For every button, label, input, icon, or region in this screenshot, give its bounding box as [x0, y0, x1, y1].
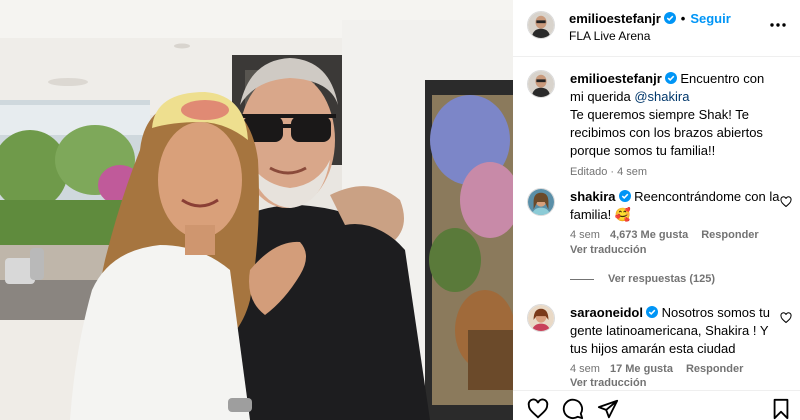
comments-list[interactable]: emilioestefanjr Encuentro con mi querida… — [513, 58, 800, 388]
caption-mention[interactable]: @shakira — [634, 89, 689, 104]
comment-like-icon[interactable] — [780, 196, 792, 208]
replies-line — [570, 278, 594, 280]
post-photo[interactable] — [0, 0, 513, 420]
comment-username[interactable]: shakira — [570, 189, 616, 204]
see-translation-link[interactable]: Ver traducción — [570, 244, 646, 256]
post-side-panel: emilioestefanjr • Seguir FLA Live Arena em… — [513, 0, 800, 420]
commenter-avatar[interactable] — [527, 188, 555, 216]
author-username[interactable]: emilioestefanjr — [569, 11, 661, 26]
more-options-icon[interactable] — [768, 15, 788, 35]
share-button[interactable] — [597, 398, 619, 420]
verified-badge-icon — [645, 306, 658, 318]
caption-username[interactable]: emilioestefanjr — [570, 71, 662, 86]
commenter-avatar[interactable] — [527, 304, 555, 332]
save-button[interactable] — [770, 398, 792, 420]
verified-badge-icon — [663, 12, 676, 24]
comment-icon — [562, 398, 584, 420]
view-replies-label: Ver respuestas (125) — [608, 273, 716, 285]
see-translation-link[interactable]: Ver traducción — [570, 377, 646, 388]
share-icon — [597, 399, 619, 419]
reply-button[interactable]: Responder — [701, 229, 758, 241]
comment-username[interactable]: saraoneidol — [570, 305, 643, 320]
comment-time: 4 sem — [570, 229, 600, 241]
post-location[interactable]: FLA Live Arena — [569, 29, 650, 43]
separator-dot: • — [680, 11, 686, 26]
comment-likes[interactable]: 17 Me gusta — [610, 363, 673, 375]
post-image — [0, 0, 513, 420]
comment-likes[interactable]: 4,673 Me gusta — [610, 229, 688, 241]
view-replies-button[interactable]: Ver respuestas (125) — [570, 273, 715, 285]
caption-edited: Editado · 4 sem — [570, 166, 648, 178]
verified-badge-icon — [618, 190, 631, 202]
heart-icon — [527, 398, 549, 419]
caption-author-avatar[interactable] — [527, 70, 555, 98]
like-button[interactable] — [527, 398, 549, 420]
post-action-bar — [513, 390, 800, 420]
bookmark-icon — [773, 398, 789, 420]
author-avatar[interactable] — [527, 11, 555, 39]
comment-button[interactable] — [562, 398, 584, 420]
verified-badge-icon — [664, 72, 677, 84]
caption-text-end: Te queremos siempre Shak! Te recibimos c… — [570, 107, 763, 158]
post-header: emilioestefanjr • Seguir FLA Live Arena — [513, 0, 800, 57]
comment-time: 4 sem — [570, 363, 600, 375]
follow-button[interactable]: Seguir — [690, 11, 730, 26]
comment-meta: 4 sem 4,673 Me gusta Responder — [570, 229, 759, 241]
reply-button[interactable]: Responder — [686, 363, 743, 375]
comment-like-icon[interactable] — [780, 312, 792, 324]
comment-meta: 4 sem 17 Me gusta Responder — [570, 363, 743, 375]
